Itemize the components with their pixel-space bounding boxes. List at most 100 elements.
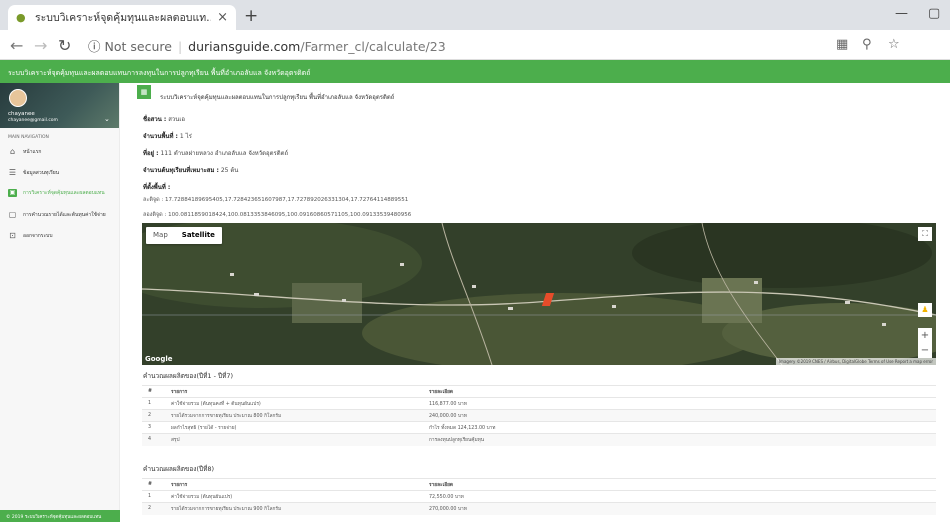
home-icon: ⌂ bbox=[9, 147, 16, 156]
garden-label: ชื่อสวน : bbox=[143, 116, 167, 123]
column-header: รายการ bbox=[165, 478, 423, 491]
map-attribution[interactable]: Imagery ©2019 CNES / Airbus, DigitalGlob… bbox=[775, 358, 936, 365]
row-item: ค่าใช้จ่ายรวม (ต้นทุนคงที่ + ต้นทุนผันแป… bbox=[165, 397, 423, 410]
area-label: จำนวนพื้นที่ : bbox=[143, 133, 178, 140]
tab-close-icon[interactable]: × bbox=[217, 10, 228, 25]
row-item: รายได้รวมจากการขายทุเรียน ประมาณ 900 กิโ… bbox=[165, 502, 423, 515]
sidebar-item-cost-calc[interactable]: ▢ การคำนวณรายได้และต้นทุนค่าใช้จ่าย bbox=[8, 210, 106, 219]
row-detail: กำไร ทั้งหมด 124,123.00 บาท bbox=[423, 421, 936, 434]
column-header: # bbox=[142, 385, 165, 398]
address-row: ที่อยู่ : 111 ตำบลฝายหลวง อำเภอลับแล จัง… bbox=[143, 148, 288, 158]
table-row: 1 ค่าใช้จ่ายรวม (ต้นทุนผันแปร) 72,550.00… bbox=[142, 490, 936, 503]
bookmark-star-icon[interactable]: ☆ bbox=[888, 37, 900, 52]
trees-value: 25 ต้น bbox=[220, 167, 239, 174]
trees-label: จำนวนต้นทุเรียนที่เหมาะสม : bbox=[143, 167, 219, 174]
table-row: 4 สรุป การลงทุนปลูกทุเรียนคุ้มทุน bbox=[142, 433, 936, 446]
zoom-in-button[interactable]: + bbox=[918, 328, 932, 343]
restore-button[interactable]: ▢ bbox=[928, 6, 940, 21]
row-number: 2 bbox=[142, 409, 165, 422]
minimize-button[interactable]: — bbox=[895, 6, 908, 21]
row-item: ค่าใช้จ่ายรวม (ต้นทุนผันแปร) bbox=[165, 490, 423, 503]
column-header: รายละเอียด bbox=[423, 478, 936, 491]
calendar-icon: ▢ bbox=[8, 210, 17, 219]
longitude-row: ลองติจูด : 100.0811859018424,100.0813353… bbox=[143, 211, 411, 219]
garden-value: สวนเอ bbox=[168, 116, 186, 123]
row-number: 4 bbox=[142, 433, 165, 446]
list-icon: ☰ bbox=[8, 168, 17, 177]
sidebar-footer: © 2019 ระบบวิเคราะห์จุดคุ้มทุนและผลตอบแท… bbox=[0, 510, 120, 522]
user-email: chayanee@gmail.com bbox=[8, 118, 58, 123]
row-number: 2 bbox=[142, 502, 165, 515]
reload-icon[interactable]: ↻ bbox=[58, 36, 71, 55]
user-name: chayanee bbox=[8, 111, 35, 117]
row-number: 1 bbox=[142, 490, 165, 503]
forward-arrow-icon[interactable]: → bbox=[34, 36, 47, 55]
results-table-1: # รายการ รายละเอียด 1 ค่าใช้จ่ายรวม (ต้น… bbox=[142, 385, 936, 446]
url-domain: duriansguide.com bbox=[188, 39, 301, 54]
sidebar-item-label: หน้าแรก bbox=[23, 148, 42, 155]
latitude-label: ละติจูด : bbox=[143, 197, 164, 203]
sidebar-item-label: การวิเคราะห์จุดคุ้มทุนและผลตอบแทน bbox=[23, 190, 105, 196]
table-header-row: # รายการ รายละเอียด bbox=[142, 478, 936, 491]
zoom-icon[interactable]: ⚲ bbox=[862, 37, 872, 52]
table-row: 2 รายได้รวมจากการขายทุเรียน ประมาณ 800 ก… bbox=[142, 409, 936, 422]
info-icon[interactable]: ⓘ bbox=[88, 39, 101, 54]
zoom-out-button[interactable]: − bbox=[918, 343, 932, 358]
back-arrow-icon[interactable]: ← bbox=[10, 36, 23, 55]
map-tab[interactable]: Map bbox=[146, 227, 175, 244]
tab-title: ระบบวิเคราะห์จุดคุ้มทุนและผลตอบแท… bbox=[35, 12, 212, 24]
location-heading: ที่ตั้งพื้นที่ : bbox=[143, 182, 170, 192]
table-row: 2 รายได้รวมจากการขายทุเรียน ประมาณ 900 ก… bbox=[142, 502, 936, 515]
area-row: จำนวนพื้นที่ : 1 ไร่ bbox=[143, 131, 192, 141]
row-detail: 270,000.00 บาท bbox=[423, 502, 936, 515]
satellite-imagery bbox=[142, 223, 936, 365]
google-logo: Google bbox=[145, 355, 173, 363]
satellite-tab[interactable]: Satellite bbox=[175, 227, 222, 244]
pegman-icon[interactable]: ♟ bbox=[918, 303, 932, 317]
zoom-control: + − bbox=[918, 328, 932, 358]
address-label: ที่อยู่ : bbox=[143, 150, 159, 157]
longitude-value: 100.0811859018424,100.0813353846095,100.… bbox=[168, 212, 412, 218]
logout-icon: ⊡ bbox=[9, 231, 16, 240]
row-detail: 116,877.00 บาท bbox=[423, 397, 936, 410]
url-field[interactable]: ⓘ Not secure | duriansguide.com/Farmer_cl/… bbox=[88, 36, 446, 55]
latitude-value: 17.72884189695405,17.728423651607987,17.… bbox=[165, 197, 409, 203]
chart-icon: ▣ bbox=[8, 189, 17, 197]
row-detail: 240,000.00 บาท bbox=[423, 409, 936, 422]
user-panel: chayanee chayanee@gmail.com ⌄ bbox=[0, 83, 119, 128]
location-label: ที่ตั้งพื้นที่ : bbox=[143, 184, 171, 191]
row-item: ผลกำไรสุทธิ (รายได้ - รายจ่าย) bbox=[165, 421, 423, 434]
chevron-down-icon[interactable]: ⌄ bbox=[104, 115, 110, 123]
table-row: 1 ค่าใช้จ่ายรวม (ต้นทุนคงที่ + ต้นทุนผัน… bbox=[142, 397, 936, 410]
table1-title: คำนวณผลผลิตของ(ปีที่1 - ปีที่7) bbox=[143, 372, 234, 380]
column-header: # bbox=[142, 478, 165, 491]
sidebar-header: MAIN NAVIGATION bbox=[8, 135, 49, 140]
url-path: /Farmer_cl/calculate/23 bbox=[300, 39, 446, 54]
results-table-2: # รายการ รายละเอียด 1 ค่าใช้จ่ายรวม (ต้น… bbox=[142, 478, 936, 515]
sidebar-item-durian-data[interactable]: ☰ ข้อมูลสวนทุเรียน bbox=[8, 168, 59, 177]
user-avatar bbox=[9, 89, 27, 107]
row-number: 1 bbox=[142, 397, 165, 410]
area-value: 1 ไร่ bbox=[179, 133, 192, 140]
browser-tab[interactable]: ● ระบบวิเคราะห์จุดคุ้มทุนและผลตอบแท… × bbox=[8, 5, 236, 30]
column-header: รายละเอียด bbox=[423, 385, 936, 398]
sidebar-item-home[interactable]: ⌂ หน้าแรก bbox=[8, 147, 42, 156]
translate-icon[interactable]: ▦ bbox=[836, 37, 848, 52]
address-value: 111 ตำบลฝายหลวง อำเภอลับแล จังหวัดอุตรดิ… bbox=[160, 150, 289, 157]
row-detail: 72,550.00 บาท bbox=[423, 490, 936, 503]
sidebar-item-logout[interactable]: ⊡ ออกจากระบบ bbox=[8, 231, 53, 240]
row-detail: การลงทุนปลูกทุเรียนคุ้มทุน bbox=[423, 433, 936, 446]
trees-row: จำนวนต้นทุเรียนที่เหมาะสม : 25 ต้น bbox=[143, 165, 238, 175]
sidebar-item-analysis[interactable]: ▣ การวิเคราะห์จุดคุ้มทุนและผลตอบแทน bbox=[8, 189, 105, 197]
sidebar-item-label: ข้อมูลสวนทุเรียน bbox=[23, 169, 60, 176]
browser-tab-bar: ● ระบบวิเคราะห์จุดคุ้มทุนและผลตอบแท… × +… bbox=[0, 0, 950, 30]
satellite-map[interactable]: Map Satellite ⛶ ♟ + − Google Imagery ©20… bbox=[142, 223, 936, 365]
app-header-banner: ระบบวิเคราะห์จุดคุ้มทุนและผลตอบแทนการลงท… bbox=[0, 60, 950, 83]
sidebar-item-label: ออกจากระบบ bbox=[23, 232, 53, 239]
fullscreen-icon[interactable]: ⛶ bbox=[918, 227, 932, 241]
card-header-icon: ▦ bbox=[137, 85, 151, 99]
row-item: สรุป bbox=[165, 433, 423, 446]
durian-favicon-icon: ● bbox=[16, 10, 26, 24]
new-tab-button[interactable]: + bbox=[244, 6, 258, 26]
column-header: รายการ bbox=[165, 385, 423, 398]
